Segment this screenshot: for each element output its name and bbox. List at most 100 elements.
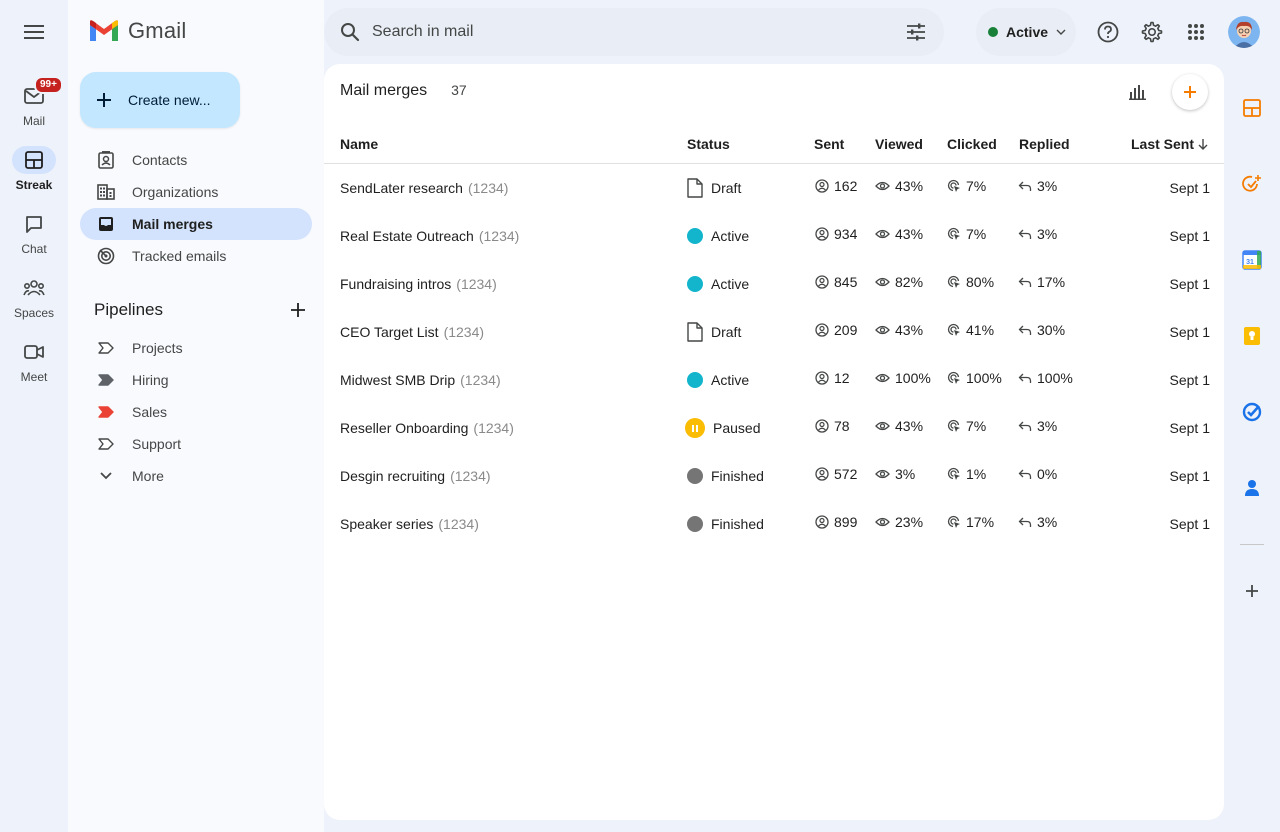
status-cell: Active (687, 260, 749, 308)
account-avatar[interactable] (1228, 16, 1260, 48)
create-new-button[interactable]: Create new... (80, 72, 240, 128)
merge-name: Speaker series (340, 516, 434, 532)
reply-icon (1018, 372, 1032, 384)
search-bar[interactable] (324, 8, 944, 56)
viewed-value: 100% (895, 370, 931, 386)
support-button[interactable] (1088, 12, 1128, 52)
column-header-sent[interactable]: Sent (814, 136, 844, 152)
rail-item-streak[interactable]: Streak (0, 146, 68, 192)
nav-item-contacts[interactable]: Contacts (80, 144, 312, 176)
merge-id: (1234) (456, 276, 497, 292)
column-header-viewed[interactable]: Viewed (875, 136, 923, 152)
table-row[interactable]: Speaker series (1234) Finished 899 23% 17% 3% S… (324, 500, 1224, 548)
table-row[interactable]: Desgin recruiting (1234) Finished 572 3% 1% 0%… (324, 452, 1224, 500)
streak-nav: Contacts Organizations Mail merges Track… (80, 144, 312, 272)
pipelines-list: Projects Hiring Sales Support More (80, 332, 312, 492)
last-sent-value: Sept 1 (1169, 372, 1210, 388)
eye-icon (875, 325, 890, 335)
last-sent-value: Sept 1 (1169, 468, 1210, 484)
task-addon-button[interactable] (1238, 170, 1266, 198)
streak-icon (25, 151, 43, 169)
pipeline-item-projects[interactable]: Projects (80, 332, 312, 364)
rail-item-chat[interactable]: Chat (0, 210, 68, 256)
nav-item-tracked-emails[interactable]: Tracked emails (80, 240, 312, 272)
column-header-clicked[interactable]: Clicked (947, 136, 997, 152)
click-icon (947, 419, 961, 433)
main-menu-button[interactable] (14, 12, 54, 52)
table-row[interactable]: SendLater research (1234) Draft 162 43% 7% 3% S… (324, 164, 1224, 212)
more-pipelines-item[interactable]: More (80, 460, 312, 492)
status-label: Active (1006, 24, 1049, 40)
sent-cell: 934 (815, 210, 857, 258)
reports-button[interactable] (1124, 78, 1152, 106)
search-options-button[interactable] (902, 18, 930, 46)
column-header-status[interactable]: Status (687, 136, 730, 152)
contacts-icon (96, 150, 116, 170)
rail-item-meet[interactable]: Meet (0, 338, 68, 384)
last-sent-value: Sept 1 (1169, 228, 1210, 244)
new-mail-merge-button[interactable] (1172, 74, 1208, 110)
tasks-button[interactable] (1238, 398, 1266, 426)
column-header-last-sent[interactable]: Last Sent (1131, 136, 1208, 152)
plus-icon (291, 303, 305, 317)
table-row[interactable]: Midwest SMB Drip (1234) Active 12 100% 100% 10… (324, 356, 1224, 404)
plus-icon (97, 93, 111, 107)
contacts-addon-button[interactable] (1238, 474, 1266, 502)
sent-value: 209 (834, 322, 858, 338)
keep-button[interactable] (1238, 322, 1266, 350)
calendar-button[interactable]: 31 (1238, 246, 1266, 274)
recipients-icon (815, 419, 829, 433)
table-row[interactable]: CEO Target List (1234) Draft 209 43% 41% 30% Se… (324, 308, 1224, 356)
meet-rail-icon-wrap (12, 338, 56, 366)
last-sent-cell: Sept 1 (1170, 212, 1210, 260)
table-row[interactable]: Fundraising intros (1234) Active 845 82% 80% 1… (324, 260, 1224, 308)
rail-item-spaces[interactable]: Spaces (0, 274, 68, 320)
pipeline-label-projects: Projects (132, 340, 183, 356)
clicked-value: 7% (966, 418, 987, 434)
merge-name: CEO Target List (340, 324, 439, 340)
rail-label-mail: Mail (22, 114, 45, 128)
status-selector[interactable]: Active (976, 8, 1076, 56)
click-icon (947, 323, 961, 337)
last-sent-cell: Sept 1 (1170, 404, 1210, 452)
mail-merges-icon (96, 214, 116, 234)
pipeline-item-sales[interactable]: Sales (80, 396, 312, 428)
nav-item-organizations[interactable]: Organizations (80, 176, 312, 208)
rail-item-mail[interactable]: 99+ Mail (0, 76, 68, 128)
status-cell: Finished (687, 452, 764, 500)
rail-label-chat: Chat (21, 242, 47, 256)
nav-item-mail-merges[interactable]: Mail merges (80, 208, 312, 240)
viewed-cell: 23% (875, 498, 923, 546)
column-header-replied[interactable]: Replied (1019, 136, 1070, 152)
gmail-logo[interactable]: Gmail (88, 18, 186, 44)
column-header-name[interactable]: Name (340, 136, 378, 152)
search-input[interactable] (372, 23, 902, 41)
viewed-value: 3% (895, 466, 916, 482)
replied-value: 100% (1037, 370, 1073, 386)
status-cell: Draft (687, 308, 741, 356)
person-icon (1245, 480, 1259, 496)
nav-label-mail-merges: Mail merges (132, 216, 213, 232)
table-row[interactable]: Real Estate Outreach (1234) Active 934 43% 7%… (324, 212, 1224, 260)
tune-icon (907, 23, 925, 41)
streak-addon-button[interactable] (1238, 94, 1266, 122)
pipeline-item-hiring[interactable]: Hiring (80, 364, 312, 396)
recipients-icon (815, 371, 829, 385)
clicked-value: 100% (966, 370, 1002, 386)
gmail-logo-text: Gmail (128, 18, 187, 43)
add-pipeline-button[interactable] (286, 298, 310, 322)
pipeline-item-support[interactable]: Support (80, 428, 312, 460)
merge-name: Midwest SMB Drip (340, 372, 456, 388)
get-addons-button[interactable] (1238, 577, 1266, 605)
settings-button[interactable] (1132, 12, 1172, 52)
table-row[interactable]: Reseller Onboarding (1234) Paused 78 43% 7% 3%… (324, 404, 1224, 452)
replied-value: 0% (1037, 466, 1058, 482)
streak-addon-icon (1243, 99, 1261, 117)
sent-cell: 845 (815, 258, 857, 306)
replied-value: 17% (1037, 274, 1066, 290)
bar-chart-icon (1129, 85, 1146, 100)
status-dot (988, 27, 998, 37)
create-new-label: Create new... (128, 92, 211, 108)
apps-button[interactable] (1176, 12, 1216, 52)
replied-cell: 3% (1018, 402, 1057, 450)
